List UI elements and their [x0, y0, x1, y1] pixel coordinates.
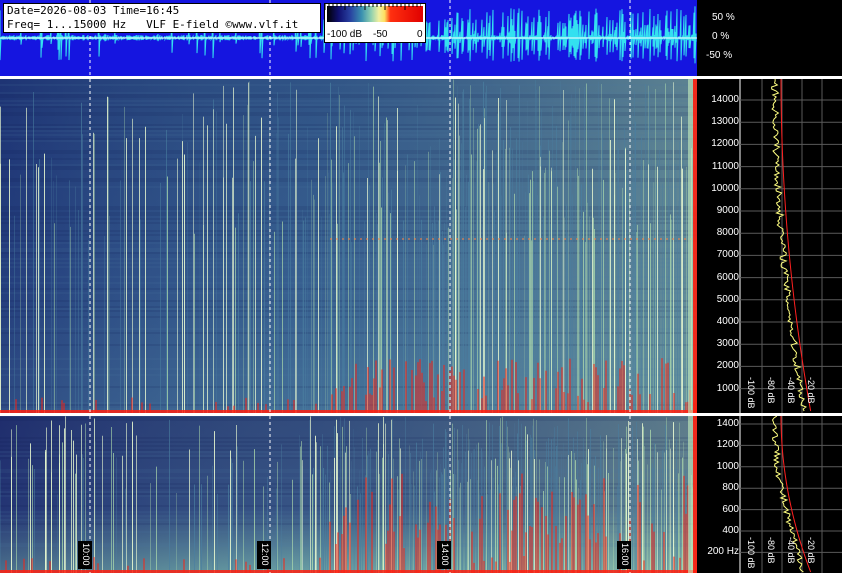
db-tick-label: -40 dB — [786, 537, 796, 564]
db-tick-label: -20 dB — [806, 537, 816, 564]
frequency-tick-label: 1000 — [716, 460, 739, 472]
frequency-tick-label: 1200 — [716, 439, 739, 451]
waveform-panel: Date=2026-08-03 Time=16:45 Freq= 1...150… — [0, 0, 697, 76]
recent-column — [693, 79, 697, 413]
spectrum-panel-low-band: 1400 1200 1000 800 600 400 200 Hz -100 dB -80 dB… — [700, 416, 842, 573]
frequency-tick-label: 12000 — [711, 138, 739, 150]
waveform-scale-label: 50 % — [712, 12, 735, 23]
spectrogram-low-band — [0, 416, 697, 573]
frequency-tick-label: 6000 — [716, 271, 739, 283]
color-scale-legend: -100 dB -50 0 — [324, 3, 426, 43]
recent-column — [688, 416, 693, 573]
spectrogram-full-band — [0, 79, 697, 413]
spectrogram-low-band-plot — [0, 416, 697, 573]
frequency-tick-label: 13000 — [711, 116, 739, 128]
date-time-text: Date=2026-08-03 Time=16:45 — [7, 4, 180, 17]
color-scale-label-mid: -50 — [373, 29, 388, 40]
frequency-range-text: Freq= 1...15000 Hz VLF E-field ©www.vlf.… — [7, 18, 299, 31]
db-tick-label: -100 dB — [746, 537, 756, 569]
frequency-tick-label: 2000 — [716, 360, 739, 372]
frequency-tick-label: 3000 — [716, 338, 739, 350]
frequency-tick-label: 10000 — [711, 182, 739, 194]
vlf-spectrogram-window: Date=2026-08-03 Time=16:45 Freq= 1...150… — [0, 0, 842, 573]
color-scale-label-max: 0 — [417, 29, 423, 40]
frequency-tick-label: 5000 — [716, 293, 739, 305]
db-tick-label: -80 dB — [766, 377, 776, 404]
frequency-tick-label: 9000 — [716, 205, 739, 216]
frequency-tick-label: 600 — [722, 503, 739, 515]
time-label-10: 10:00 — [78, 541, 92, 569]
color-scale-label-min: -100 dB — [327, 29, 363, 40]
color-scale-ticks — [325, 4, 421, 10]
frequency-tick-label: 8000 — [716, 227, 739, 239]
frequency-tick-label: 1000 — [716, 382, 739, 394]
info-box: Date=2026-08-03 Time=16:45 Freq= 1...150… — [3, 3, 321, 33]
frequency-tick-label: 7000 — [716, 249, 739, 261]
frequency-tick-label: 800 — [722, 482, 739, 494]
spectrogram-full-band-plot — [0, 79, 697, 413]
frequency-tick-label: 200 Hz — [707, 546, 739, 558]
db-tick-label: -100 dB — [746, 377, 756, 409]
time-label-14: 14:00 — [437, 541, 451, 569]
db-tick-label: -40 dB — [786, 377, 796, 404]
frequency-tick-label: 400 — [722, 525, 739, 536]
recent-column — [693, 416, 697, 573]
time-label-12: 12:00 — [257, 541, 271, 569]
spectrum-panel-full-band: 14000 13000 12000 11000 10000 9000 8000 7000 600… — [700, 79, 842, 413]
frequency-tick-label: 4000 — [716, 316, 739, 327]
frequency-tick-label: 14000 — [711, 94, 739, 105]
frequency-tick-label: 11000 — [711, 160, 739, 172]
recent-column — [688, 79, 693, 413]
db-tick-label: -80 dB — [766, 537, 776, 564]
waveform-scale-label: 0 % — [712, 31, 730, 42]
waveform-scale-label: -50 % — [706, 50, 733, 61]
frequency-tick-label: 1400 — [716, 418, 739, 429]
time-label-16: 16:00 — [617, 541, 631, 569]
db-tick-label: -20 dB — [806, 377, 816, 404]
